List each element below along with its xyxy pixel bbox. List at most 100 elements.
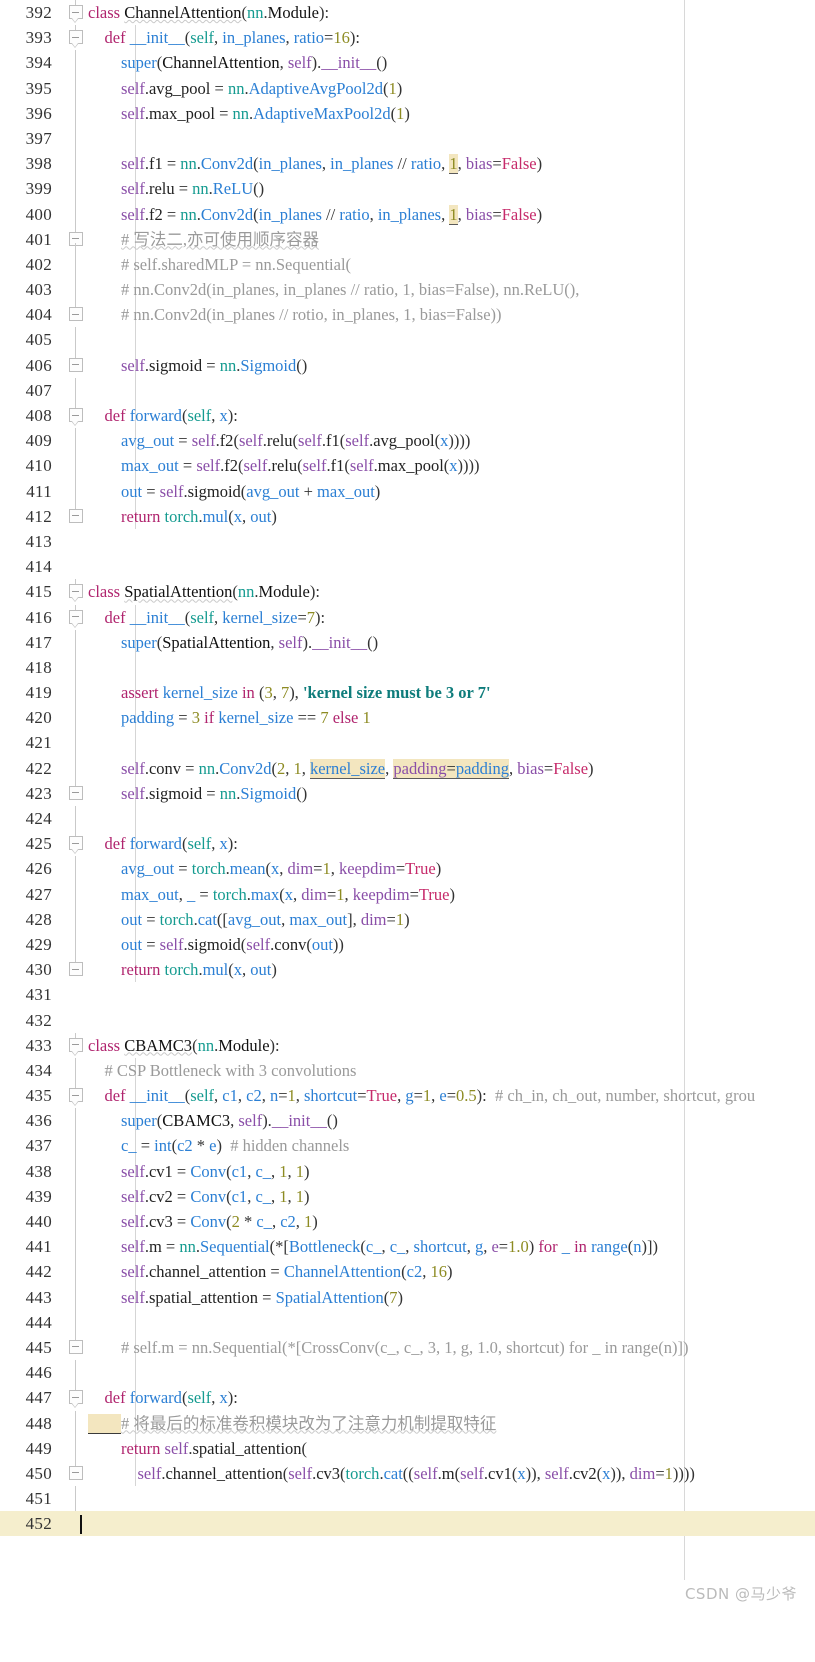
code-line-444[interactable]: 444 xyxy=(0,1309,815,1335)
line-number: 399 xyxy=(25,179,52,199)
code-line-411[interactable]: 411 out = self.sigmoid(avg_out + max_out… xyxy=(0,478,815,504)
fold-gutter xyxy=(64,478,88,504)
code-line-393[interactable]: 393 def __init__(self, in_planes, ratio=… xyxy=(0,25,815,51)
code-line-450[interactable]: 450 self.channel_attention(self.cv3(torc… xyxy=(0,1460,815,1487)
fold-collapse-icon[interactable] xyxy=(68,1088,83,1103)
fold-collapse-icon[interactable] xyxy=(68,30,83,45)
line-number: 437 xyxy=(25,1136,52,1156)
fold-gutter xyxy=(64,100,88,126)
fold-collapse-icon[interactable] xyxy=(68,1465,83,1480)
code-line-419[interactable]: 419 assert kernel_size in (3, 7), 'kerne… xyxy=(0,680,815,706)
code-line-415[interactable]: 415 class SpatialAttention(nn.Module): xyxy=(0,579,815,604)
code-line-401[interactable]: 401 # 写法二,亦可使用顺序容器 xyxy=(0,226,815,252)
code-line-413[interactable]: 413 xyxy=(0,529,815,554)
code-line-416[interactable]: 416 def __init__(self, kernel_size=7): xyxy=(0,604,815,630)
code-line-443[interactable]: 443 self.spatial_attention = SpatialAtte… xyxy=(0,1284,815,1310)
code-line-436[interactable]: 436 super(CBAMC3, self).__init__() xyxy=(0,1108,815,1134)
code-line-412[interactable]: 412 return torch.mul(x, out) xyxy=(0,503,815,529)
code-line-439[interactable]: 439 self.cv2 = Conv(c1, c_, 1, 1) xyxy=(0,1183,815,1209)
code-editor[interactable]: 392 class ChannelAttention(nn.Module): 3… xyxy=(0,0,815,1615)
code-line-403[interactable]: 403 # nn.Conv2d(in_planes, in_planes // … xyxy=(0,277,815,303)
code-line-406[interactable]: 406 self.sigmoid = nn.Sigmoid() xyxy=(0,352,815,378)
code-line-429[interactable]: 429 out = self.sigmoid(self.conv(out)) xyxy=(0,931,815,958)
code-line-426[interactable]: 426 avg_out = torch.mean(x, dim=1, keepd… xyxy=(0,856,815,882)
code-line-432[interactable]: 432 xyxy=(0,1008,815,1033)
fold-collapse-icon[interactable] xyxy=(68,508,83,523)
line-number: 435 xyxy=(25,1086,52,1106)
code-line-440[interactable]: 440 self.cv3 = Conv(2 * c_, c2, 1) xyxy=(0,1209,815,1235)
fold-gutter xyxy=(64,1284,88,1310)
code-line-422[interactable]: 422 self.conv = nn.Conv2d(2, 1, kernel_s… xyxy=(0,755,815,781)
code-line-409[interactable]: 409 avg_out = self.f2(self.relu(self.f1(… xyxy=(0,428,815,454)
code-line-396[interactable]: 396 self.max_pool = nn.AdaptiveMaxPool2d… xyxy=(0,100,815,126)
code-line-425[interactable]: 425 def forward(self, x): xyxy=(0,831,815,857)
line-number: 433 xyxy=(25,1035,52,1055)
line-number: 401 xyxy=(25,229,52,249)
fold-collapse-icon[interactable] xyxy=(68,962,83,977)
fold-collapse-icon[interactable] xyxy=(68,307,83,322)
code-line-452[interactable]: 452 xyxy=(0,1511,815,1537)
code-line-447[interactable]: 447 def forward(self, x): xyxy=(0,1385,815,1411)
code-line-397[interactable]: 397 xyxy=(0,125,815,152)
code-line-435[interactable]: 435 def __init__(self, c1, c2, n=1, shor… xyxy=(0,1083,815,1109)
code-text: # CSP Bottleneck with 3 convolutions xyxy=(88,1060,357,1080)
code-line-399[interactable]: 399 self.relu = nn.ReLU() xyxy=(0,176,815,202)
fold-gutter xyxy=(64,579,88,604)
code-line-407[interactable]: 407 xyxy=(0,377,815,403)
line-number: 393 xyxy=(25,28,52,48)
line-number: 445 xyxy=(25,1337,52,1357)
code-line-430[interactable]: 430 return torch.mul(x, out) xyxy=(0,957,815,983)
code-line-402[interactable]: 402 # self.sharedMLP = nn.Sequential( xyxy=(0,251,815,278)
code-line-398[interactable]: 398 self.f1 = nn.Conv2d(in_planes, in_pl… xyxy=(0,151,815,177)
code-line-405[interactable]: 405 xyxy=(0,327,815,353)
fold-gutter xyxy=(64,1511,88,1536)
code-line-424[interactable]: 424 xyxy=(0,806,815,832)
code-line-438[interactable]: 438 self.cv1 = Conv(c1, c_, 1, 1) xyxy=(0,1158,815,1184)
code-line-433[interactable]: 433 class CBAMC3(nn.Module): xyxy=(0,1032,815,1058)
fold-gutter xyxy=(64,629,88,655)
code-line-410[interactable]: 410 max_out = self.f2(self.relu(self.f1(… xyxy=(0,453,815,479)
fold-collapse-icon[interactable] xyxy=(68,408,83,422)
fold-collapse-icon[interactable] xyxy=(68,836,83,851)
fold-gutter xyxy=(64,1259,88,1285)
code-line-445[interactable]: 445 # self.m = nn.Sequential(*[CrossConv… xyxy=(0,1334,815,1361)
fold-collapse-icon[interactable] xyxy=(68,785,83,800)
fold-collapse-icon[interactable] xyxy=(68,5,83,19)
fold-gutter xyxy=(64,680,88,706)
code-line-421[interactable]: 421 xyxy=(0,730,815,756)
fold-collapse-icon[interactable] xyxy=(68,357,83,372)
code-line-434[interactable]: 434 # CSP Bottleneck with 3 convolutions xyxy=(0,1057,815,1084)
code-line-448[interactable]: 448 # 将最后的标准卷积模块改为了注意力机制提取特征 xyxy=(0,1410,815,1436)
code-line-428[interactable]: 428 out = torch.cat([avg_out, max_out], … xyxy=(0,906,815,932)
code-line-449[interactable]: 449 return self.spatial_attention( xyxy=(0,1435,815,1461)
code-line-414[interactable]: 414 xyxy=(0,554,815,579)
code-text: out = self.sigmoid(self.conv(out)) xyxy=(121,934,344,954)
code-line-446[interactable]: 446 xyxy=(0,1360,815,1386)
fold-collapse-icon[interactable] xyxy=(68,1390,83,1405)
code-line-417[interactable]: 417 super(SpatialAttention, self).__init… xyxy=(0,629,815,655)
fold-collapse-icon[interactable] xyxy=(68,1037,83,1052)
code-line-451[interactable]: 451 xyxy=(0,1486,815,1512)
code-line-392[interactable]: 392 class ChannelAttention(nn.Module): xyxy=(0,0,815,25)
code-line-423[interactable]: 423 self.sigmoid = nn.Sigmoid() xyxy=(0,780,815,806)
code-line-437[interactable]: 437 c_ = int(c2 * e) # hidden channels xyxy=(0,1133,815,1159)
code-line-394[interactable]: 394 super(ChannelAttention, self).__init… xyxy=(0,50,815,76)
code-line-418[interactable]: 418 xyxy=(0,654,815,681)
line-number: 405 xyxy=(25,330,52,350)
code-line-400[interactable]: 400 self.f2 = nn.Conv2d(in_planes // rat… xyxy=(0,201,815,227)
code-text: return self.spatial_attention( xyxy=(121,1438,308,1458)
code-line-395[interactable]: 395 self.avg_pool = nn.AdaptiveAvgPool2d… xyxy=(0,75,815,101)
fold-collapse-icon[interactable] xyxy=(68,609,83,624)
code-line-431[interactable]: 431 xyxy=(0,982,815,1007)
code-line-427[interactable]: 427 max_out, _ = torch.max(x, dim=1, kee… xyxy=(0,881,815,907)
code-line-441[interactable]: 441 self.m = nn.Sequential(*[Bottleneck(… xyxy=(0,1234,815,1260)
code-line-442[interactable]: 442 self.channel_attention = ChannelAtte… xyxy=(0,1259,815,1285)
code-line-408[interactable]: 408 def forward(self, x): xyxy=(0,403,815,429)
fold-gutter xyxy=(64,881,88,907)
fold-gutter xyxy=(64,957,88,982)
code-line-420[interactable]: 420 padding = 3 if kernel_size == 7 else… xyxy=(0,705,815,731)
line-number: 392 xyxy=(25,3,52,22)
fold-collapse-icon[interactable] xyxy=(68,1339,83,1354)
fold-collapse-icon[interactable] xyxy=(68,584,83,599)
code-line-404[interactable]: 404 # nn.Conv2d(in_planes // rotio, in_p… xyxy=(0,302,815,328)
